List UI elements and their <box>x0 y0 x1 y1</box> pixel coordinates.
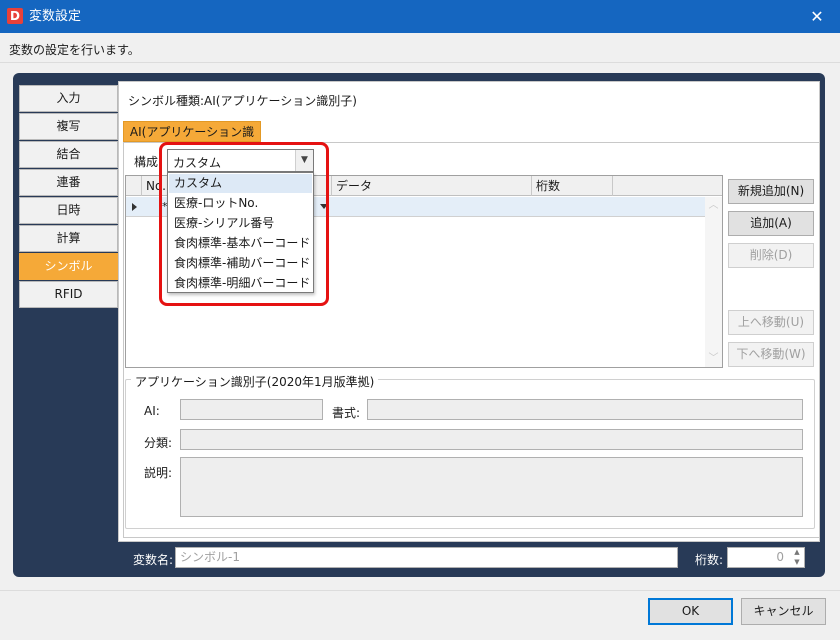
move-up-button[interactable]: 上へ移動(U) <box>728 310 814 335</box>
highlight-annotation <box>159 142 329 306</box>
symbol-type-label: シンボル種類:AI(アプリケーション識別子) <box>128 94 357 108</box>
new-add-button[interactable]: 新規追加(N) <box>728 179 814 204</box>
description-label: 説明: <box>144 466 173 480</box>
ai-label: AI: <box>144 404 160 418</box>
category-label: 分類: <box>144 436 173 450</box>
grid-scrollbar[interactable]: ︿ ﹀ <box>705 197 722 367</box>
tab-serial[interactable]: 連番 <box>19 169 118 196</box>
composition-label: 構成: <box>134 155 163 169</box>
tab-datetime[interactable]: 日時 <box>19 197 118 224</box>
tab-combine[interactable]: 結合 <box>19 141 118 168</box>
app-icon: D <box>7 8 23 24</box>
category-field <box>180 429 803 450</box>
app-id-group-title: アプリケーション識別子(2020年1月版準拠) <box>131 373 379 390</box>
move-down-button[interactable]: 下へ移動(W) <box>728 342 814 367</box>
cancel-button[interactable]: キャンセル <box>741 598 826 625</box>
description-field <box>180 457 803 517</box>
title-bar: D 変数設定 ✕ <box>0 0 840 33</box>
row-indicator-icon <box>132 203 137 211</box>
tab-rfid[interactable]: RFID <box>19 281 118 308</box>
description-bar: 変数の設定を行います。 <box>0 33 840 63</box>
tab-input[interactable]: 入力 <box>19 85 118 112</box>
scroll-down-icon[interactable]: ﹀ <box>705 350 722 367</box>
tab-ai[interactable]: AI(アプリケーション識別子) <box>123 121 261 159</box>
close-button[interactable]: ✕ <box>794 0 840 33</box>
grid-col-data[interactable]: データ <box>332 176 532 196</box>
grid-col-digits[interactable]: 桁数 <box>532 176 613 196</box>
ok-button[interactable]: OK <box>648 598 733 625</box>
window-title: 変数設定 <box>29 9 82 24</box>
variable-name-label: 変数名: <box>133 553 174 567</box>
ai-field <box>180 399 323 420</box>
description-text: 変数の設定を行います。 <box>9 43 140 57</box>
spin-down-icon[interactable]: ▼ <box>790 558 804 567</box>
spin-up-icon[interactable]: ▲ <box>790 548 804 557</box>
scroll-up-icon[interactable]: ︿ <box>705 197 722 214</box>
add-button[interactable]: 追加(A) <box>728 211 814 236</box>
format-label: 書式: <box>332 406 361 420</box>
delete-button[interactable]: 削除(D) <box>728 243 814 268</box>
format-field <box>367 399 803 420</box>
digits-label: 桁数: <box>695 553 724 567</box>
grid-row-header-corner <box>126 176 142 196</box>
variable-name-input[interactable]: シンボル-1 <box>175 547 678 568</box>
tab-copy[interactable]: 複写 <box>19 113 118 140</box>
tab-symbol[interactable]: シンボル <box>19 253 118 280</box>
tab-calc[interactable]: 計算 <box>19 225 118 252</box>
